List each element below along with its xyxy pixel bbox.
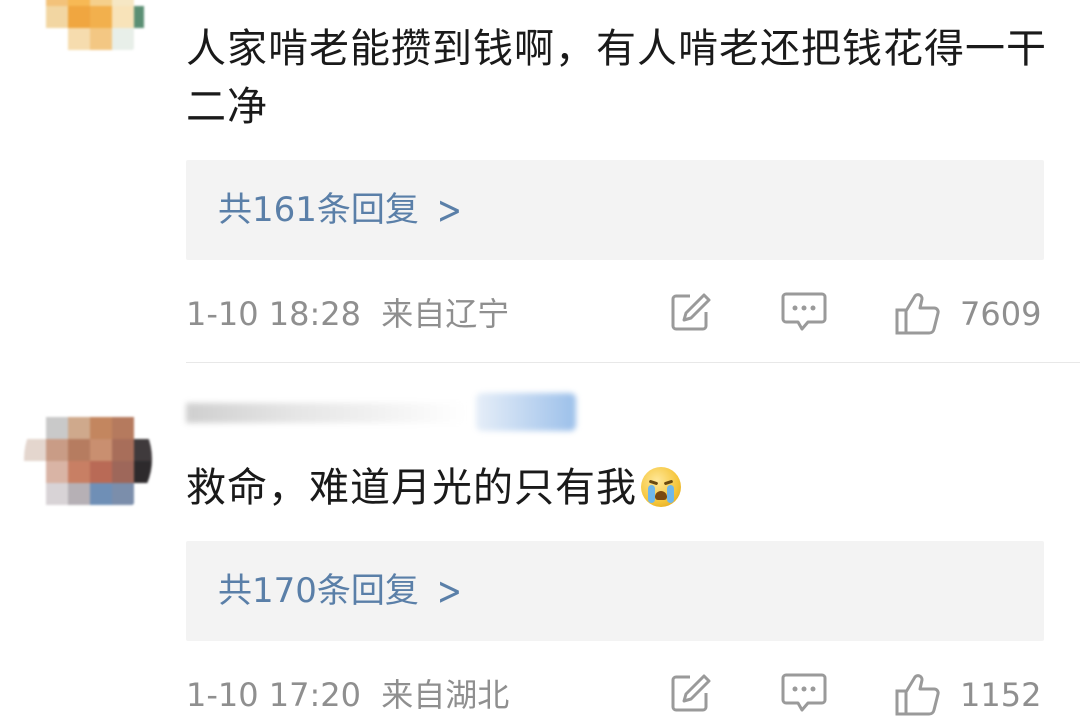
view-replies-link[interactable]: 共161条回复 >: [218, 186, 462, 236]
comment-location: 来自辽宁: [381, 295, 510, 333]
comment-meta: 1-10 18:28 来自辽宁: [186, 292, 509, 336]
comment-text: 救命，难道月光的只有我: [186, 459, 1056, 517]
comment-item: 救命，难道月光的只有我 共170条回复 > 1-10 17:20 来自湖北 115…: [0, 363, 1080, 719]
comment-icon[interactable]: [780, 290, 828, 334]
crying-face-emoji: [641, 467, 681, 507]
comment-time: 1-10 18:28: [186, 295, 362, 333]
chevron-right-icon: >: [436, 569, 463, 616]
reply-count-label: 共161条回复: [218, 190, 419, 230]
reply-summary-box[interactable]: 共170条回复 >: [186, 541, 1044, 641]
comment-location: 来自湖北: [381, 676, 510, 714]
like-count: 1152: [960, 676, 1042, 714]
comment-icon[interactable]: [780, 671, 828, 715]
reply-summary-box[interactable]: 共161条回复 >: [186, 160, 1044, 260]
comment-text: 人家啃老能攒到钱啊，有人啃老还把钱花得一干二净: [186, 26, 1047, 130]
view-replies-link[interactable]: 共170条回复 >: [218, 567, 462, 617]
thumbs-up-icon[interactable]: [894, 290, 942, 336]
avatar[interactable]: [24, 0, 152, 68]
like-count: 7609: [960, 295, 1042, 333]
comment-text-body: 救命，难道月光的只有我: [186, 465, 637, 511]
comment-time: 1-10 17:20: [186, 676, 362, 714]
repost-icon[interactable]: [668, 671, 712, 715]
reply-count-label: 共170条回复: [218, 571, 419, 611]
repost-icon[interactable]: [668, 290, 712, 334]
chevron-right-icon: >: [436, 188, 463, 235]
avatar[interactable]: [24, 395, 152, 523]
username-redacted[interactable]: [186, 391, 576, 437]
comment-item: 人家啃老能攒到钱啊，有人啃老还把钱花得一干二净 共161条回复 > 1-10 18…: [0, 0, 1080, 362]
comment-meta: 1-10 17:20 来自湖北: [186, 673, 509, 717]
thumbs-up-icon[interactable]: [894, 671, 942, 717]
